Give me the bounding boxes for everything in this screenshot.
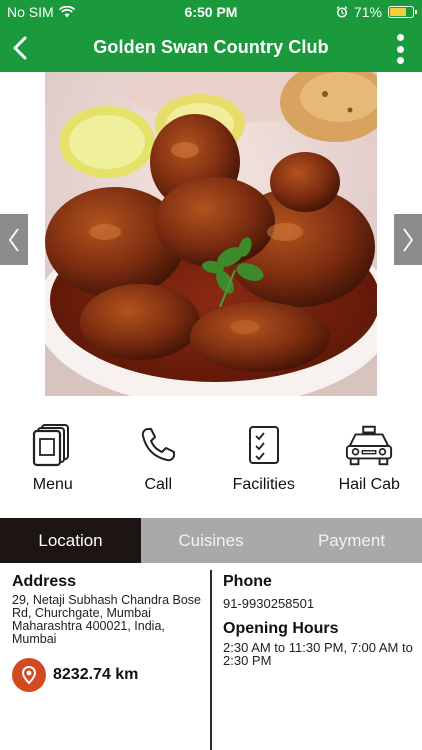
phone-heading: Phone — [223, 573, 272, 590]
page-title: Golden Swan Country Club — [93, 37, 329, 57]
status-bar: No SIM 6:50 PM 71% — [0, 0, 422, 24]
address-text: 29, Netaji Subhash Chandra Bose Rd, Chur… — [12, 593, 202, 646]
dot-icon — [396, 45, 404, 53]
dot-icon — [396, 34, 404, 41]
status-right: 71% — [336, 4, 417, 20]
previous-photo-button[interactable] — [0, 214, 28, 265]
back-button[interactable] — [6, 32, 38, 64]
alarm-icon — [336, 6, 348, 18]
dish-photo[interactable] — [45, 72, 377, 396]
tab-cuisines[interactable]: Cuisines — [141, 518, 281, 563]
phone-number[interactable]: 91-9930258501 — [223, 597, 413, 610]
navigation-bar: Golden Swan Country Club — [0, 24, 422, 72]
opening-hours-heading: Opening Hours — [223, 620, 339, 637]
phone-icon — [133, 420, 183, 470]
facilities-label: Facilities — [232, 476, 295, 493]
call-button[interactable]: Call — [106, 420, 212, 510]
call-label: Call — [144, 476, 173, 493]
distance-value: 8232.74 km — [53, 666, 139, 683]
checklist-icon — [239, 420, 289, 470]
more-options-button[interactable] — [390, 32, 410, 66]
tab-location[interactable]: Location — [0, 518, 141, 563]
chevron-left-icon — [13, 36, 27, 60]
menu-icon — [28, 420, 78, 470]
address-section: Address 29, Netaji Subhash Chandra Bose … — [12, 573, 204, 692]
info-tabs: Location Cuisines Payment — [0, 518, 422, 563]
battery-percent: 71% — [353, 4, 382, 20]
address-heading: Address — [12, 573, 77, 590]
tab-payment[interactable]: Payment — [281, 518, 422, 563]
battery-icon — [388, 6, 417, 18]
next-photo-button[interactable] — [394, 214, 422, 265]
column-divider — [210, 570, 212, 750]
menu-button[interactable]: Menu — [0, 420, 106, 510]
location-pin-icon[interactable] — [12, 658, 46, 692]
distance-row[interactable]: 8232.74 km — [12, 658, 204, 692]
opening-hours-text: 2:30 AM to 11:30 PM, 7:00 AM to 2:30 PM — [223, 640, 413, 668]
facilities-button[interactable]: Facilities — [211, 420, 317, 510]
chevron-left-icon — [8, 227, 19, 252]
hail-cab-button[interactable]: Hail Cab — [317, 420, 422, 510]
contact-section: Phone 91-9930258501 Opening Hours 2:30 A… — [223, 573, 413, 667]
chevron-right-icon — [403, 227, 414, 252]
battery-fill — [390, 8, 406, 16]
chicken-curry-illustration — [45, 72, 377, 396]
dot-icon — [396, 57, 404, 64]
action-row: Menu Call Facilities Hail Cab — [0, 420, 422, 510]
hail-cab-label: Hail Cab — [338, 476, 400, 493]
location-panel: Address 29, Netaji Subhash Chandra Bose … — [0, 563, 422, 750]
taxi-icon — [344, 420, 394, 470]
photo-gallery — [0, 72, 422, 402]
menu-label: Menu — [32, 476, 73, 493]
